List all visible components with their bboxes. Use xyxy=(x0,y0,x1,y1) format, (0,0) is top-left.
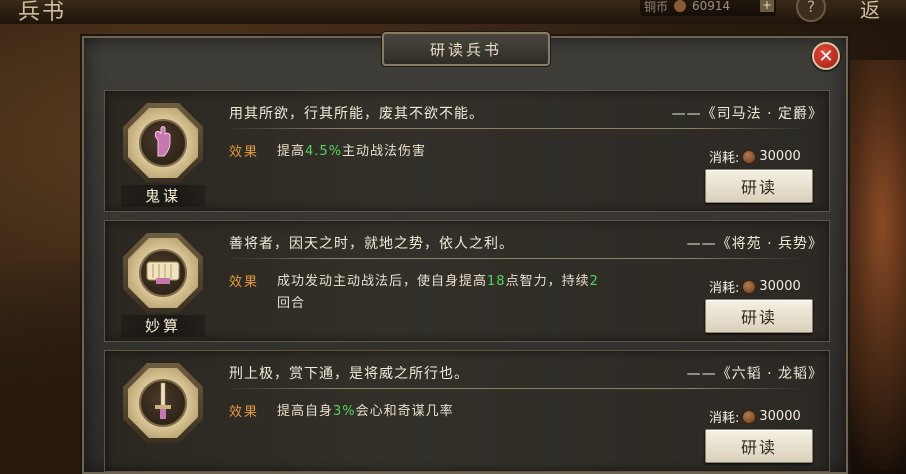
book-badge xyxy=(123,103,203,183)
book-card: 妙算 善将者，因天之时，就地之势，依人之利。 ——《将苑 · 兵势》 效果 成功… xyxy=(104,220,830,342)
effect-text: 提高4.5%主动战法伤害 xyxy=(277,144,427,159)
book-source: ——《六韬 · 龙韬》 xyxy=(686,366,823,382)
book-badge xyxy=(123,233,203,313)
effect-value: 3% xyxy=(333,404,356,419)
currency-label: 铜币 xyxy=(644,0,669,14)
effect-value: 18 xyxy=(487,274,506,289)
cost-value: 30000 xyxy=(759,279,801,294)
cost-display: 消耗: 30000 xyxy=(709,147,801,166)
dialog-title: 研读兵书 xyxy=(429,40,502,59)
book-name: 妙算 xyxy=(121,315,205,337)
coin-icon xyxy=(742,149,757,164)
cost-label: 消耗: xyxy=(709,281,740,296)
book-badge xyxy=(123,363,203,443)
effect-value-2: 2 xyxy=(589,274,599,289)
dialog-title-plate: 研读兵书 xyxy=(382,32,550,66)
study-button[interactable]: 研读 xyxy=(705,169,813,203)
hand-gesture-icon xyxy=(139,117,187,165)
cost-display: 消耗: 30000 xyxy=(709,277,801,296)
page-title: 兵书 xyxy=(18,0,67,25)
back-button[interactable]: 返 xyxy=(860,0,880,23)
book-card: 鬼谋 用其所欲，行其所能，废其不欲不能。 ——《司马法 · 定爵》 效果 提高4… xyxy=(104,90,830,212)
add-currency-button[interactable]: + xyxy=(760,0,774,12)
study-book-dialog: 研读兵书 ✕ 鬼谋 用其所欲，行其所能，废其不欲不能。 ——《司马法 · 定爵》… xyxy=(82,32,848,474)
decorative-brushes xyxy=(0,260,80,474)
book-card: 刑上极，赏下通，是将威之所行也。 ——《六韬 · 龙韬》 效果 提高自身3%会心… xyxy=(104,350,830,472)
coin-icon xyxy=(742,279,757,294)
effect-label: 效果 xyxy=(229,145,260,160)
cost-value: 30000 xyxy=(759,409,801,424)
effect-text: 成功发动主动战法后，使自身提高18点智力，持续2 回合 xyxy=(277,274,599,311)
book-source: ——《将苑 · 兵势》 xyxy=(686,236,823,252)
effect-text: 提高自身3%会心和奇谋几率 xyxy=(277,404,454,419)
close-button[interactable]: ✕ xyxy=(812,42,840,70)
currency-display: 铜币 60914 + xyxy=(640,0,776,16)
divider xyxy=(223,128,807,129)
cost-value: 30000 xyxy=(759,149,801,164)
sword-icon xyxy=(139,377,187,425)
currency-value: 60914 xyxy=(692,0,731,13)
effect-value: 4.5% xyxy=(305,144,343,159)
scroll-icon xyxy=(139,247,187,295)
book-source: ——《司马法 · 定爵》 xyxy=(671,106,823,122)
cost-display: 消耗: 30000 xyxy=(709,407,801,426)
coin-icon xyxy=(742,409,757,424)
divider xyxy=(223,258,807,259)
effect-label: 效果 xyxy=(229,275,260,290)
study-button[interactable]: 研读 xyxy=(705,429,813,463)
cost-label: 消耗: xyxy=(709,151,740,166)
book-name: 鬼谋 xyxy=(121,185,205,207)
close-icon: ✕ xyxy=(818,45,834,67)
cost-label: 消耗: xyxy=(709,411,740,426)
divider xyxy=(223,388,807,389)
effect-label: 效果 xyxy=(229,405,260,420)
book-list: 鬼谋 用其所欲，行其所能，废其不欲不能。 ——《司马法 · 定爵》 效果 提高4… xyxy=(104,90,830,474)
study-button[interactable]: 研读 xyxy=(705,299,813,333)
coin-icon xyxy=(674,0,687,12)
book-quote: 刑上极，赏下通，是将威之所行也。 xyxy=(229,366,469,382)
book-quote: 用其所欲，行其所能，废其不欲不能。 xyxy=(229,106,484,122)
book-quote: 善将者，因天之时，就地之势，依人之利。 xyxy=(229,236,514,252)
